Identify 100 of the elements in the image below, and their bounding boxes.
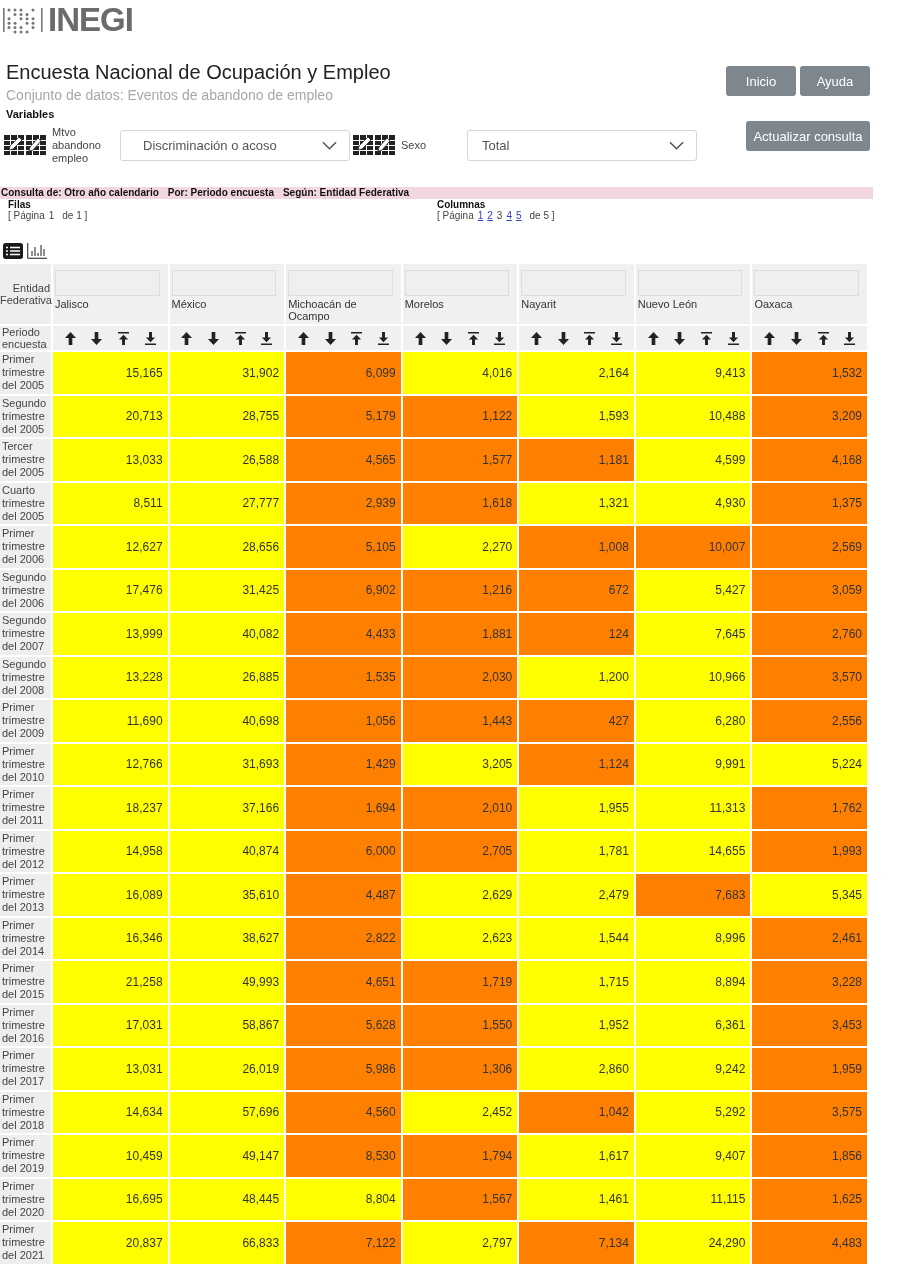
arrow-down-to-bar-icon[interactable]	[377, 331, 389, 345]
row-header: Primer trimestre del 2013	[0, 874, 51, 916]
table-cell: 1,321	[519, 482, 634, 524]
table-cell: 1,535	[286, 656, 401, 698]
table-cell: 14,655	[635, 830, 751, 872]
grid-pencil-icon[interactable]	[353, 135, 373, 155]
page-link[interactable]: 1	[477, 210, 484, 222]
table-cell: 7,122	[286, 1222, 401, 1264]
arrow-up-icon[interactable]	[764, 331, 776, 345]
table-cell: 6,280	[635, 700, 751, 742]
page-link[interactable]: 2	[487, 210, 493, 222]
grid-pencil-icon[interactable]	[375, 135, 395, 155]
table-cell: 1,461	[519, 1178, 634, 1220]
arrow-up-to-bar-icon[interactable]	[118, 331, 130, 345]
header-button[interactable]: Inicio	[726, 66, 796, 96]
arrow-up-to-bar-icon[interactable]	[234, 331, 246, 345]
table-cell: 1,794	[402, 1135, 518, 1177]
table-cell: 14,634	[53, 1091, 168, 1133]
arrow-up-to-bar-icon[interactable]	[351, 331, 363, 345]
column-name: Jalisco	[55, 298, 90, 310]
row-header: Cuarto trimestre del 2005	[0, 482, 51, 524]
table-cell: 1,181	[519, 439, 634, 481]
arrow-down-to-bar-icon[interactable]	[611, 331, 622, 345]
row-header: Segundo trimestre del 2008	[0, 656, 51, 698]
table-cell: 16,089	[53, 874, 168, 916]
table-cell: 28,755	[169, 395, 285, 437]
table-cell: 1,124	[519, 743, 634, 785]
table-cell: 1,625	[752, 1178, 867, 1220]
arrow-down-to-bar-icon[interactable]	[261, 331, 273, 345]
pagination-text: [ Página	[437, 210, 474, 222]
page-link[interactable]: 5	[515, 210, 522, 222]
table-cell: 3,570	[752, 656, 867, 698]
arrow-up-icon[interactable]	[647, 331, 659, 345]
row-header: Primer trimestre del 2016	[0, 1004, 51, 1046]
row-header: Primer trimestre del 2015	[0, 961, 51, 1003]
table-cell: 1,955	[519, 787, 634, 829]
arrow-down-to-bar-icon[interactable]	[144, 331, 156, 345]
query-text: Consulta de: Otro año calendario	[1, 187, 159, 199]
row-header: Segundo trimestre del 2005	[0, 395, 51, 437]
table-cell: 26,588	[169, 439, 285, 481]
list-view-icon[interactable]	[3, 243, 23, 259]
arrow-down-icon[interactable]	[790, 331, 802, 345]
arrow-up-to-bar-icon[interactable]	[467, 331, 479, 345]
update-query-button[interactable]: Actualizar consulta	[746, 121, 870, 151]
table-cell: 20,837	[53, 1222, 168, 1264]
arrow-up-to-bar-icon[interactable]	[817, 331, 829, 345]
variable-dropdown[interactable]: Discriminación o acoso	[120, 129, 350, 161]
grid-pencil-icon[interactable]	[26, 135, 46, 155]
table-cell: 1,550	[402, 1004, 518, 1046]
page-title: Encuesta Nacional de Ocupación y Empleo	[6, 60, 391, 84]
table-cell: 13,228	[53, 656, 168, 698]
table-cell: 1,567	[402, 1178, 518, 1220]
table-cell: 5,179	[286, 395, 401, 437]
table-cell: 1,719	[402, 961, 518, 1003]
arrow-down-icon[interactable]	[91, 331, 103, 345]
table-cell: 38,627	[169, 917, 285, 959]
arrow-up-icon[interactable]	[181, 331, 193, 345]
row-header: Primer trimestre del 2011	[0, 787, 51, 829]
row-header: Primer trimestre del 2009	[0, 700, 51, 742]
table-cell: 31,425	[169, 569, 285, 611]
arrow-up-icon[interactable]	[414, 331, 426, 345]
header-button[interactable]: Ayuda	[800, 66, 870, 96]
page-link[interactable]: 4	[506, 210, 512, 222]
current-page: 1	[48, 210, 55, 222]
arrow-down-to-bar-icon[interactable]	[494, 331, 506, 345]
arrow-up-icon[interactable]	[297, 331, 309, 345]
bar-chart-icon[interactable]	[27, 243, 47, 259]
variables-label: Variables	[5, 108, 56, 121]
table-cell: 57,696	[169, 1091, 285, 1133]
arrow-down-to-bar-icon[interactable]	[844, 331, 856, 345]
arrow-up-icon[interactable]	[64, 331, 76, 345]
row-axis-label: Periodo encuesta	[0, 326, 51, 350]
row-header: Primer trimestre del 2012	[0, 830, 51, 872]
table-cell: 1,122	[402, 395, 518, 437]
table-cell: 1,694	[286, 787, 401, 829]
variable-dropdown[interactable]: Total	[467, 129, 697, 161]
table-cell: 2,629	[402, 874, 518, 916]
table-cell: 9,407	[635, 1135, 751, 1177]
table-cell: 9,242	[635, 1048, 751, 1090]
variable-label: Mtvo abandono empleo	[52, 125, 102, 165]
arrow-up-to-bar-icon[interactable]	[700, 331, 712, 345]
arrow-down-icon[interactable]	[324, 331, 336, 345]
arrow-down-icon[interactable]	[208, 331, 219, 345]
table-cell: 4,487	[286, 874, 401, 916]
table-cell: 2,461	[752, 917, 867, 959]
arrow-down-icon[interactable]	[441, 331, 453, 345]
table-cell: 15,165	[53, 352, 168, 394]
arrow-up-to-bar-icon[interactable]	[584, 331, 596, 345]
arrow-down-icon[interactable]	[557, 331, 569, 345]
arrow-up-icon[interactable]	[531, 331, 543, 345]
table-cell: 10,966	[635, 656, 751, 698]
query-text: Por: Periodo encuesta	[167, 187, 274, 199]
arrow-down-to-bar-icon[interactable]	[727, 331, 739, 345]
grid-pencil-icon[interactable]	[4, 135, 24, 155]
table-cell: 3,205	[402, 743, 518, 785]
table-cell: 13,031	[53, 1048, 168, 1090]
arrow-down-icon[interactable]	[674, 331, 686, 345]
row-header: Primer trimestre del 2017	[0, 1048, 51, 1090]
table-cell: 2,797	[402, 1222, 518, 1264]
variable-label: Sexo	[401, 138, 428, 152]
